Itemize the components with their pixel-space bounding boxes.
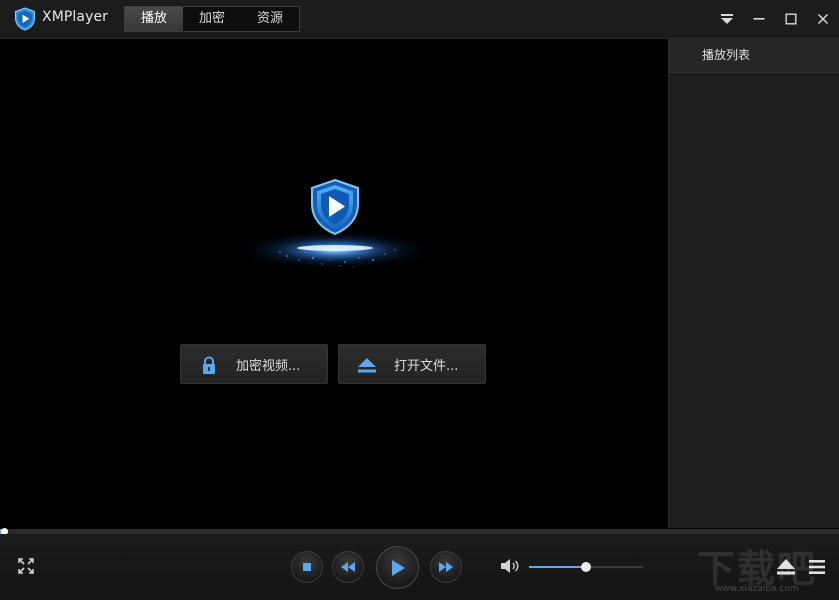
- fullscreen-icon[interactable]: [17, 557, 35, 575]
- stop-icon: [303, 563, 311, 571]
- maximize-icon: [785, 13, 797, 25]
- maximize-button[interactable]: [775, 0, 807, 38]
- fast-forward-button[interactable]: [430, 551, 462, 583]
- close-icon: [817, 13, 829, 25]
- app-title: XMPlayer: [42, 9, 109, 25]
- playlist-header: 播放列表: [669, 39, 839, 73]
- main-tabs: 播放 加密 资源: [124, 6, 300, 32]
- stop-button[interactable]: [291, 551, 323, 583]
- tab-resources[interactable]: 资源: [241, 7, 299, 31]
- volume-handle[interactable]: [581, 562, 591, 572]
- app-logo-icon: [15, 7, 35, 31]
- menu-icon[interactable]: [808, 558, 826, 576]
- xmplayer-window: XMPlayer 播放 加密 资源 加密视频... 打开文件... 播放列表 下…: [0, 0, 839, 600]
- dropdown-menu-icon: [721, 14, 733, 24]
- volume-slider[interactable]: [529, 562, 643, 572]
- minimize-button[interactable]: [743, 0, 775, 38]
- encrypt-video-label: 加密视频...: [236, 359, 301, 374]
- play-icon: [391, 559, 405, 576]
- open-file-button[interactable]: 打开文件...: [338, 344, 486, 384]
- rewind-icon: [341, 562, 355, 572]
- eject-icon: [358, 358, 376, 373]
- watermark-url: www.xiazaiba.com: [715, 584, 799, 594]
- watermark-text: 下载吧: [697, 547, 818, 591]
- minimize-icon: [753, 18, 765, 20]
- shield-play-logo-icon: [235, 178, 435, 270]
- lock-icon: [203, 356, 215, 374]
- eject-icon[interactable]: [776, 558, 796, 576]
- tab-play[interactable]: 播放: [125, 7, 183, 31]
- close-button[interactable]: [807, 0, 839, 38]
- playlist-panel[interactable]: 播放列表: [668, 39, 839, 528]
- window-controls: [711, 0, 839, 38]
- control-bar: 下载吧 www.xiazaiba.com: [0, 534, 839, 600]
- tab-encrypt[interactable]: 加密: [183, 7, 241, 31]
- volume-icon[interactable]: [500, 558, 520, 574]
- volume-fill: [529, 566, 586, 568]
- rewind-button[interactable]: [332, 551, 364, 583]
- dropdown-menu-button[interactable]: [711, 0, 743, 38]
- fast-forward-icon: [439, 562, 453, 572]
- title-bar[interactable]: XMPlayer 播放 加密 资源: [0, 0, 839, 39]
- encrypt-video-button[interactable]: 加密视频...: [180, 344, 328, 384]
- open-file-label: 打开文件...: [394, 359, 459, 374]
- play-button[interactable]: [376, 546, 419, 589]
- video-area[interactable]: 加密视频... 打开文件...: [0, 39, 668, 528]
